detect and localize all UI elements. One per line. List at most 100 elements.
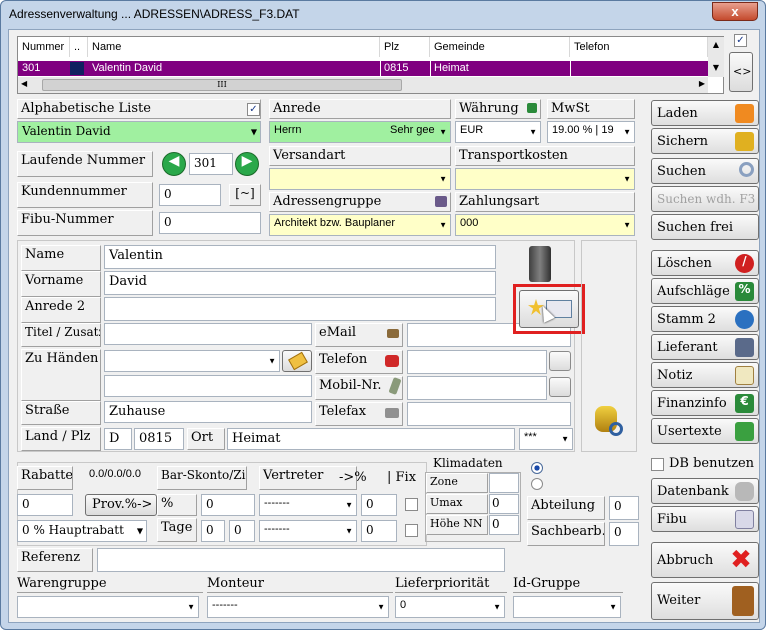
finanzinfo-button[interactable]: Finanzinfo €	[651, 390, 759, 416]
ort-select[interactable]: ***	[519, 428, 573, 450]
address-grid[interactable]: Nummer .. Name Plz Gemeinde Telefon 301 …	[17, 36, 724, 94]
nav-button[interactable]: <>	[729, 52, 753, 92]
sichern-button[interactable]: Sichern	[651, 128, 759, 154]
col-plz[interactable]: Plz	[380, 37, 430, 57]
scroll-down-icon[interactable]: ▼	[708, 63, 724, 72]
col-nummer[interactable]: Nummer	[18, 37, 70, 57]
scroll-up-icon[interactable]: ▲	[708, 40, 724, 49]
versandart-select[interactable]	[269, 168, 451, 190]
edit-contact-button[interactable]	[282, 350, 312, 372]
monteur-label: Monteur	[207, 576, 265, 591]
klima-label: Klimadaten	[433, 456, 503, 470]
suchen-frei-button[interactable]: Suchen frei	[651, 214, 759, 240]
plz-input[interactable]: 0815	[134, 428, 184, 450]
tage2-input[interactable]: 0	[229, 520, 255, 542]
alpha-select[interactable]: Valentin David	[17, 121, 261, 143]
prov-button[interactable]: Prov.%->	[85, 494, 157, 516]
ort-input[interactable]: Heimat	[227, 428, 515, 450]
rabatte-pct: 0.0/0.0/0.0	[89, 468, 141, 480]
strasse-input[interactable]: Zuhause	[104, 401, 312, 423]
rabatte-input[interactable]: 0	[17, 494, 73, 516]
cancel-x-icon: ✖	[730, 545, 752, 575]
lieferant-button[interactable]: Lieferant	[651, 334, 759, 360]
prev-record-icon[interactable]: ◀	[162, 152, 186, 176]
suchen-wdh-button[interactable]: Suchen wdh. F3	[651, 186, 759, 212]
monteur-select[interactable]: -------	[207, 596, 389, 618]
col-telefon[interactable]: Telefon	[570, 37, 708, 57]
vertreter2-fix[interactable]	[405, 524, 418, 537]
alpha-checkbox[interactable]: ✓	[247, 103, 260, 116]
umax-input[interactable]: 0	[489, 494, 519, 514]
abbruch-button[interactable]: Abbruch ✖	[651, 542, 759, 578]
zone-input[interactable]	[489, 473, 519, 493]
vertreter1-fix[interactable]	[405, 498, 418, 511]
hauptrabatt-select[interactable]: 0 % Hauptrabatt	[17, 520, 147, 542]
grid-hscroll[interactable]: ◀ III ▶	[18, 77, 708, 93]
email-icon	[387, 329, 399, 338]
weiter-button[interactable]: Weiter	[651, 582, 759, 620]
contact-card-button[interactable]	[519, 290, 579, 328]
lieferprio-select[interactable]: 0	[395, 596, 505, 618]
referenz-input[interactable]	[97, 548, 505, 572]
waehrung-select[interactable]: EUR	[455, 121, 541, 143]
kundennummer-button[interactable]: [~]	[229, 184, 261, 206]
scroll-left-icon[interactable]: ◀	[21, 79, 27, 88]
kundennummer-input[interactable]: 0	[159, 184, 221, 206]
radio-1[interactable]	[531, 462, 543, 474]
telefon-input[interactable]	[407, 350, 547, 374]
grid-vscroll[interactable]: ▲ ▼	[708, 37, 724, 77]
close-button[interactable]: x	[712, 2, 758, 21]
telefon-dial-button[interactable]	[549, 351, 571, 371]
hscroll-thumb[interactable]: III	[42, 79, 402, 91]
telefax-input[interactable]	[407, 402, 571, 426]
stamm2-button[interactable]: Stamm 2	[651, 306, 759, 332]
land-input[interactable]: D	[104, 428, 132, 450]
vertreter1-pct[interactable]: 0	[361, 494, 397, 516]
transport-select[interactable]	[455, 168, 635, 190]
usertexte-button[interactable]: Usertexte	[651, 418, 759, 444]
warengruppe-select[interactable]	[17, 596, 199, 618]
name-input[interactable]: Valentin	[104, 245, 496, 269]
fibu-nr-input[interactable]: 0	[159, 212, 261, 234]
loeschen-button[interactable]: Löschen /	[651, 250, 759, 276]
zuhanden-extra-input[interactable]	[104, 375, 312, 397]
db-benutzen-checkbox[interactable]	[651, 458, 664, 471]
hoehe-label: Höhe NN	[426, 515, 488, 535]
mobil-dial-button[interactable]	[549, 377, 571, 397]
anrede2-input[interactable]	[104, 297, 496, 321]
skonto-input[interactable]: 0	[201, 494, 255, 516]
fix-label: | Fix	[387, 470, 417, 485]
suchen-button[interactable]: Suchen	[651, 158, 759, 184]
hoehe-input[interactable]: 0	[489, 515, 519, 535]
scroll-right-icon[interactable]: ▶	[699, 79, 705, 88]
laufende-input[interactable]: 301	[189, 153, 233, 175]
vorname-input[interactable]: David	[104, 271, 496, 295]
vertreter1-select[interactable]: -------	[259, 494, 357, 516]
col-name[interactable]: Name	[88, 37, 380, 57]
tage1-input[interactable]: 0	[201, 520, 225, 542]
laden-button[interactable]: Laden	[651, 100, 759, 126]
fax-icon	[385, 408, 399, 418]
abteilung-input[interactable]: 0	[609, 496, 639, 520]
fibu-button[interactable]: Fibu	[651, 506, 759, 532]
zuhanden-select[interactable]	[104, 350, 280, 372]
idgruppe-select[interactable]	[513, 596, 621, 618]
table-row[interactable]: 301 Valentin David 0815 Heimat	[18, 61, 708, 76]
adressgruppe-select[interactable]: Architekt bzw. Bauplaner	[269, 214, 451, 236]
next-record-icon[interactable]: ▶	[235, 152, 259, 176]
notiz-button[interactable]: Notiz	[651, 362, 759, 388]
grid-checkbox[interactable]: ✓	[734, 34, 747, 47]
mwst-select[interactable]: 19.00 % | 19	[547, 121, 635, 143]
zahlungsart-select[interactable]: 000	[455, 214, 635, 236]
datenbank-button[interactable]: Datenbank	[651, 478, 759, 504]
aufschlaege-button[interactable]: Aufschläge%	[651, 278, 759, 304]
mobil-input[interactable]	[407, 376, 547, 400]
titel-input[interactable]	[104, 323, 312, 345]
radio-2[interactable]	[531, 478, 543, 490]
vertreter2-select[interactable]: -------	[259, 520, 357, 542]
col-dots[interactable]: ..	[70, 37, 88, 57]
sachbearb-input[interactable]: 0	[609, 522, 639, 546]
col-gemeinde[interactable]: Gemeinde	[430, 37, 570, 57]
anrede-select[interactable]: Herrn Sehr gee	[269, 121, 451, 143]
vertreter2-pct[interactable]: 0	[361, 520, 397, 542]
